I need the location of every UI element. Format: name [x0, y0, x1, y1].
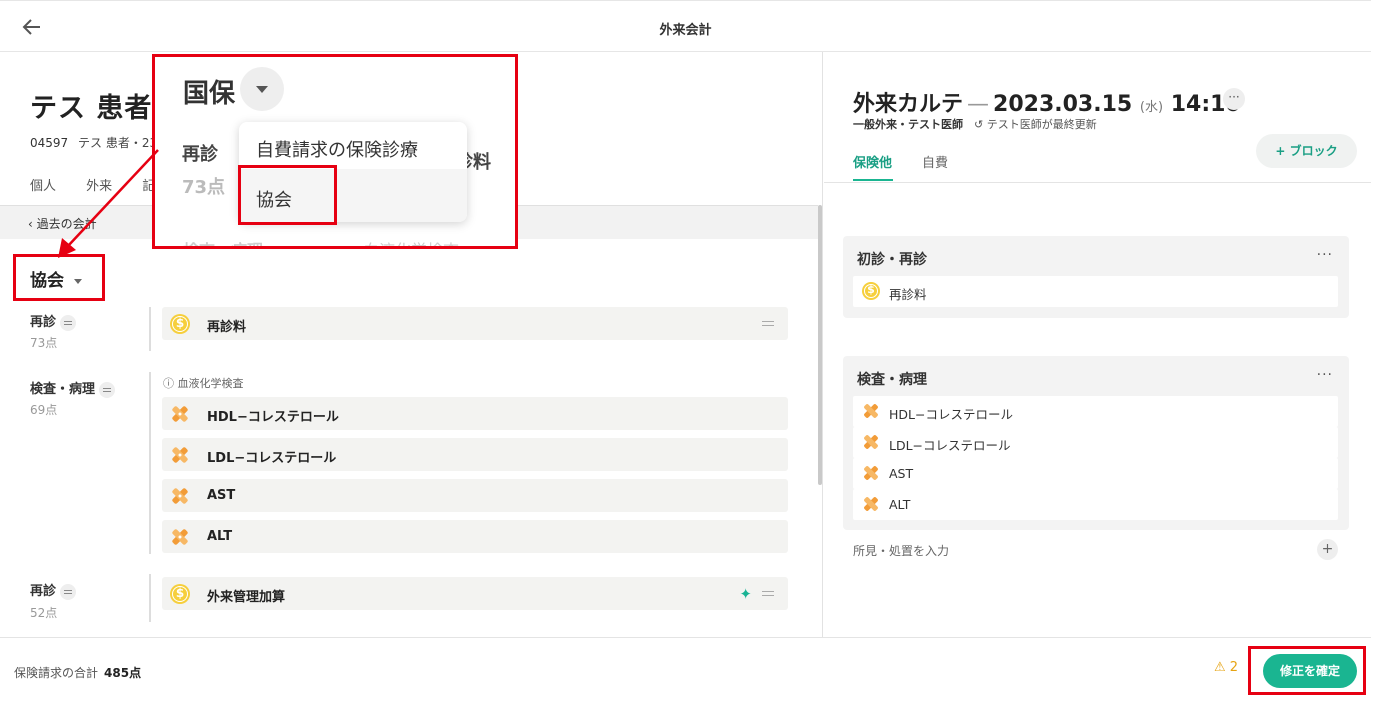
tab-insurance[interactable]: 保険他 [853, 152, 892, 171]
block-row[interactable]: HDL−コレステロール [853, 396, 1338, 427]
billing-item[interactable]: HDL−コレステロール [162, 397, 788, 430]
group-label: 検査・病理 [30, 378, 116, 398]
top-bar: 外来会計 [0, 0, 1371, 52]
insurance-total: 保険請求の合計 485点 [14, 666, 142, 680]
highlight-box [238, 165, 337, 225]
equals-icon [99, 381, 116, 398]
history-icon: ↺ [974, 118, 984, 131]
findings-input[interactable]: 所見・処置を入力 [853, 542, 949, 559]
group-points: 73点 [30, 336, 58, 350]
active-tab-indicator [853, 179, 893, 181]
sparkle-icon: ✦ [739, 585, 752, 603]
bandage-icon [172, 488, 188, 504]
chart-title: 外来カルテ —2023.03.15 (水) 14:10 [853, 92, 1241, 117]
bandage-icon [172, 447, 188, 463]
footer-bar: 保険請求の合計 485点 ⚠ 2 修正を確定 [0, 637, 1371, 701]
block-row-name: LDL−コレステロール [889, 438, 1011, 453]
billing-item-name: 外来管理加算 [207, 590, 286, 605]
past-billing-link[interactable]: ‹ 過去の会計 [28, 215, 97, 232]
bandage-icon [864, 435, 878, 449]
add-block-button[interactable]: + ブロック [1256, 134, 1357, 168]
bandage-icon [864, 497, 878, 511]
warning-icon: ⚠ [1214, 660, 1226, 675]
block-title: 検査・病理 [857, 372, 927, 388]
billing-item-name: AST [207, 488, 236, 503]
highlight-box [13, 254, 105, 301]
bandage-icon [172, 529, 188, 545]
more-options-icon[interactable]: ··· [1317, 367, 1333, 383]
item-category-label: ⓘ 血液化学検査 [163, 377, 244, 390]
billing-item-name: 再診料 [207, 320, 247, 335]
equals-icon [60, 314, 77, 331]
tab-personal[interactable]: 個人 [30, 179, 56, 194]
group-divider [149, 372, 151, 554]
block-row-name: ALT [889, 497, 911, 512]
group-divider [149, 574, 151, 622]
patient-name: テス 患者 [30, 93, 153, 124]
group-points: 52点 [30, 606, 58, 620]
patient-meta: 04597 テス 患者・23歳 [30, 134, 169, 151]
block-row[interactable]: 再診料 [853, 276, 1338, 307]
block-row-name: 再診料 [889, 287, 927, 302]
billing-item-name: HDL−コレステロール [207, 410, 339, 425]
tab-self-pay[interactable]: 自費 [922, 152, 948, 171]
bandage-icon [172, 406, 188, 422]
more-options-icon[interactable]: ··· [1223, 88, 1245, 110]
block-row[interactable]: ALT [853, 489, 1338, 520]
plus-icon[interactable]: + [1317, 539, 1338, 560]
billing-item[interactable]: ALT [162, 520, 788, 553]
billing-item[interactable]: 再診料 [162, 307, 788, 340]
coin-icon [862, 282, 880, 300]
billing-item[interactable]: LDL−コレステロール [162, 438, 788, 471]
group-points: 69点 [30, 403, 58, 417]
divider [824, 182, 1371, 183]
patient-id: 04597 [30, 136, 69, 150]
coin-icon [170, 584, 190, 604]
equals-icon [60, 583, 77, 600]
tab-outpatient[interactable]: 外来 [86, 179, 112, 194]
block-row-name: AST [889, 466, 914, 481]
bandage-icon [864, 466, 878, 480]
scrollbar[interactable] [818, 205, 822, 485]
billing-item-name: LDL−コレステロール [207, 451, 337, 466]
bandage-icon [864, 404, 878, 418]
warning-indicator[interactable]: ⚠ 2 [1214, 660, 1238, 675]
highlight-box [1248, 646, 1366, 695]
group-label: 再診 [30, 580, 77, 600]
billing-item[interactable]: AST [162, 479, 788, 512]
more-options-icon[interactable]: ··· [1317, 247, 1333, 263]
block-row[interactable]: LDL−コレステロール [853, 427, 1338, 458]
group-divider [149, 307, 151, 351]
coin-icon [170, 314, 190, 334]
page-title: 外来会計 [659, 23, 712, 38]
chart-subtitle: 一般外来・テスト医師 ↺ テスト医師が最終更新 [853, 118, 1097, 131]
billing-item[interactable]: 外来管理加算 ✦ [162, 577, 788, 610]
group-label: 再診 [30, 311, 77, 331]
block-title: 初診・再診 [857, 252, 927, 268]
block-row-name: HDL−コレステロール [889, 407, 1013, 422]
drag-handle-icon[interactable] [762, 321, 774, 326]
drag-handle-icon[interactable] [762, 591, 774, 596]
billing-item-name: ALT [207, 529, 233, 544]
block-row[interactable]: AST [853, 458, 1338, 489]
